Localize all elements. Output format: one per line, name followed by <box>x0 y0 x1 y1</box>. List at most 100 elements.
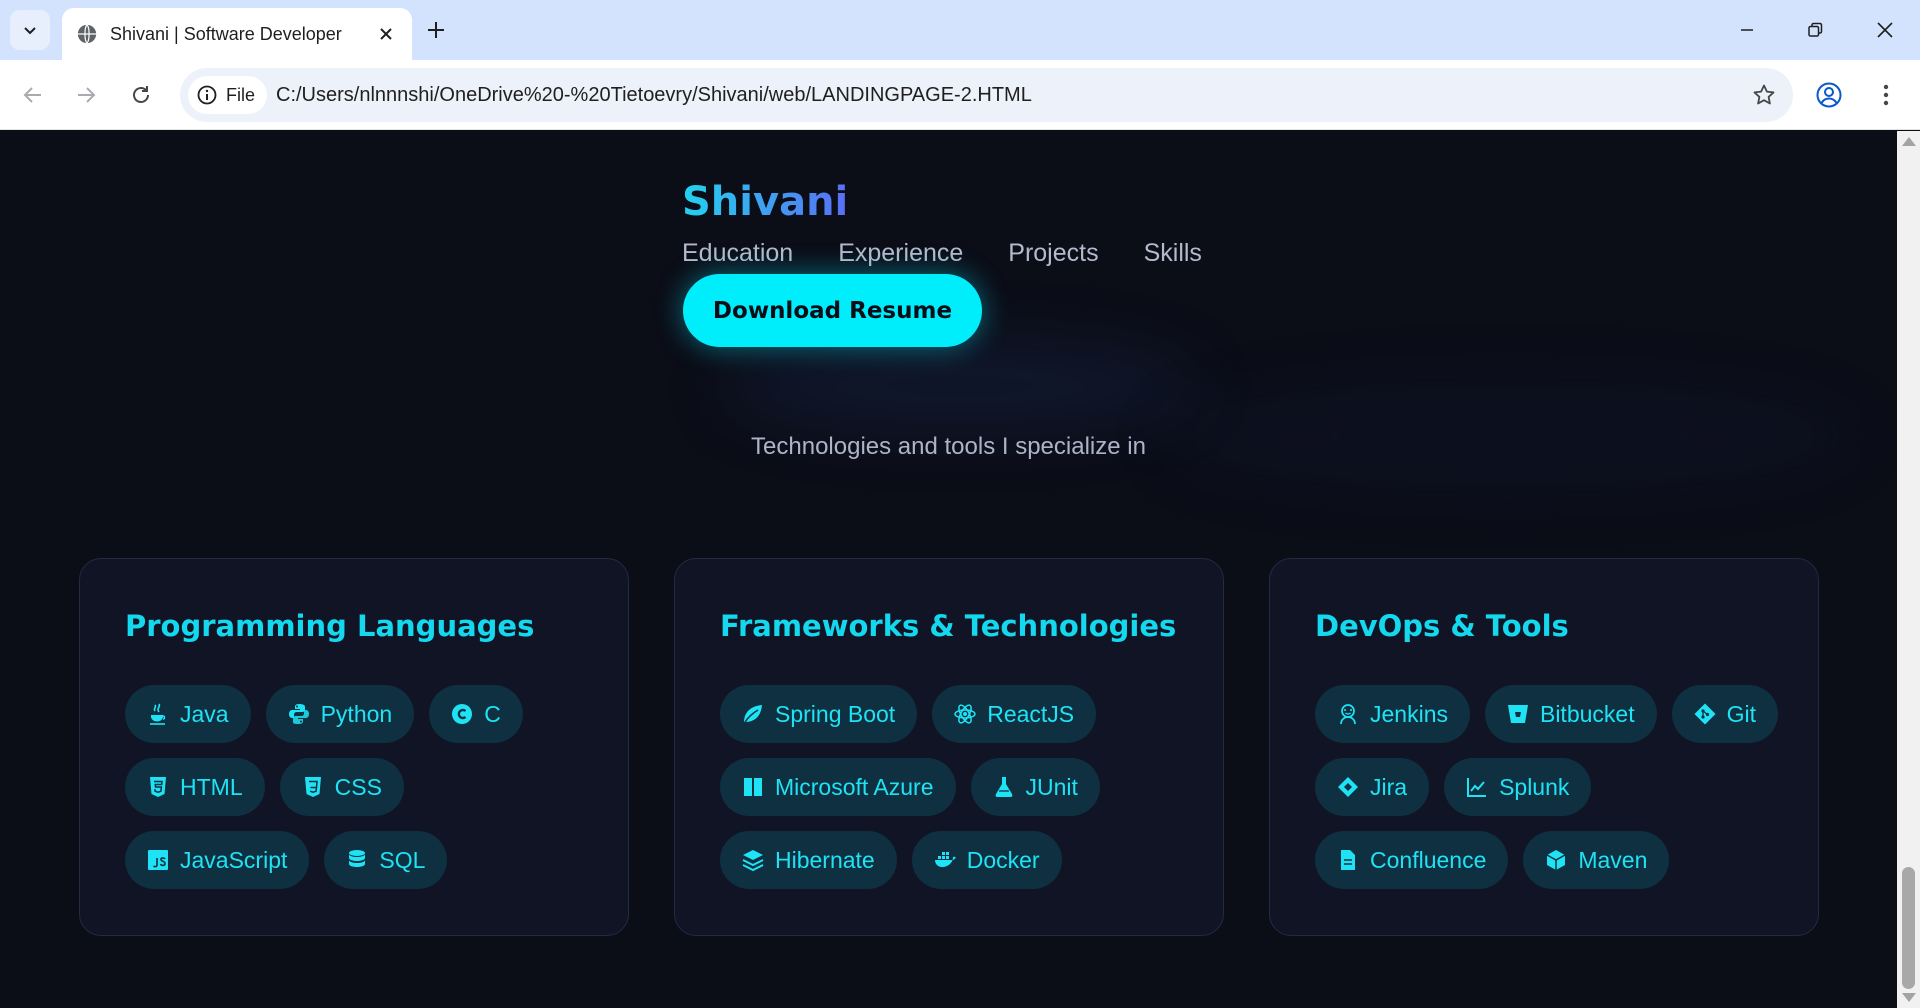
skill-card-programming-languages: Programming Languages Java Python C HTML CSS… <box>79 558 629 936</box>
leaf-icon <box>740 701 766 727</box>
arrow-left-icon <box>23 87 41 103</box>
minimize-button[interactable] <box>1722 12 1772 48</box>
skill-label: Maven <box>1578 846 1648 873</box>
skill-label: Hibernate <box>775 846 875 873</box>
skill-pill-splunk: Splunk <box>1444 758 1592 816</box>
skill-pill-spring-boot: Spring Boot <box>720 685 918 743</box>
main-nav: Education Experience Projects Skills <box>682 239 1202 268</box>
skill-label: C <box>484 700 501 727</box>
skill-pill-c: C <box>429 685 523 743</box>
card-title: DevOps & Tools <box>1315 609 1569 643</box>
globe-icon <box>77 24 97 44</box>
skill-label: Jira <box>1370 773 1408 800</box>
skill-pill-reactjs: ReactJS <box>932 685 1097 743</box>
skill-label: Bitbucket <box>1539 700 1635 727</box>
skill-label: Spring Boot <box>775 700 896 727</box>
microsoft-icon <box>740 774 766 800</box>
scroll-up-arrow[interactable] <box>1902 137 1916 146</box>
close-icon <box>1877 22 1893 38</box>
docker-icon <box>932 847 958 873</box>
cube-icon <box>1543 847 1569 873</box>
skill-pill-bitbucket: Bitbucket <box>1484 685 1657 743</box>
skill-label: JavaScript <box>180 846 288 873</box>
skill-pill-hibernate: Hibernate <box>720 831 897 889</box>
react-icon <box>952 701 978 727</box>
skill-pill-docker: Docker <box>911 831 1062 889</box>
more-vertical-icon <box>1883 84 1889 106</box>
reload-icon <box>133 86 149 103</box>
restore-icon <box>1808 22 1823 37</box>
tab-strip: Shivani | Software Developer <box>0 0 1920 60</box>
skill-pill-css: CSS <box>279 758 404 816</box>
card-title: Programming Languages <box>125 609 535 643</box>
skill-label: Jenkins <box>1370 700 1448 727</box>
skill-label: ReactJS <box>987 700 1075 727</box>
nav-link-projects[interactable]: Projects <box>1008 239 1098 268</box>
flask-icon <box>991 774 1017 800</box>
site-logo[interactable]: Shivani <box>682 179 848 225</box>
background-glow <box>720 341 1200 431</box>
bookmark-button[interactable] <box>1749 80 1779 110</box>
active-tab[interactable]: Shivani | Software Developer <box>62 8 412 60</box>
url-text[interactable]: C:/Users/nlnnnshi/OneDrive%20-%20Tietoev… <box>276 68 1032 122</box>
close-tab-icon[interactable] <box>374 22 398 46</box>
tab-title: Shivani | Software Developer <box>110 23 342 44</box>
bitbucket-icon <box>1505 701 1531 727</box>
page-viewport: Shivani Education Experience Projects Sk… <box>0 131 1897 1008</box>
html5-icon <box>145 774 171 800</box>
close-window-button[interactable] <box>1860 12 1910 48</box>
skill-label: CSS <box>334 773 382 800</box>
jira-icon <box>1335 774 1361 800</box>
site-info-chip[interactable]: File <box>188 76 268 114</box>
skill-label: Confluence <box>1370 846 1487 873</box>
download-resume-button[interactable]: Download Resume <box>683 274 982 347</box>
skill-pill-microsoft-azure: Microsoft Azure <box>720 758 956 816</box>
skill-pill-jira: Jira <box>1315 758 1430 816</box>
plus-icon <box>428 22 444 38</box>
skill-pill-git: Git <box>1671 685 1778 743</box>
site-info-label: File <box>226 84 256 105</box>
skill-pill-html: HTML <box>125 758 265 816</box>
skill-label: Docker <box>966 846 1040 873</box>
skill-list: Java Python C HTML CSS JavaScript SQL <box>125 685 595 889</box>
skill-label: Git <box>1726 700 1756 727</box>
chart-line-icon <box>1464 774 1490 800</box>
scroll-down-arrow[interactable] <box>1902 993 1916 1002</box>
skill-pill-jenkins: Jenkins <box>1315 685 1470 743</box>
file-icon <box>1335 847 1361 873</box>
scrollbar-thumb[interactable] <box>1902 867 1915 989</box>
skill-pill-maven: Maven <box>1523 831 1670 889</box>
skill-label: Python <box>320 700 393 727</box>
vertical-scrollbar[interactable] <box>1897 131 1920 1008</box>
skill-pill-confluence: Confluence <box>1315 831 1509 889</box>
profile-button[interactable] <box>1812 78 1846 112</box>
javascript-icon <box>145 847 171 873</box>
skill-label: Microsoft Azure <box>775 773 934 800</box>
card-title: Frameworks & Technologies <box>720 609 1177 643</box>
restore-button[interactable] <box>1790 12 1840 48</box>
skill-list: Jenkins Bitbucket Git Jira Splunk Confluence M… <box>1315 685 1785 889</box>
minimize-icon <box>1741 29 1753 31</box>
back-button[interactable] <box>12 74 54 116</box>
java-icon <box>145 701 171 727</box>
reload-button[interactable] <box>120 74 162 116</box>
skills-subtitle: Technologies and tools I specialize in <box>751 433 1146 460</box>
browser-menu-button[interactable] <box>1870 78 1902 112</box>
arrow-right-icon <box>78 87 96 103</box>
database-icon <box>344 847 370 873</box>
skill-pill-python: Python <box>265 685 415 743</box>
new-tab-button[interactable] <box>420 14 452 46</box>
browser-toolbar: File C:/Users/nlnnnshi/OneDrive%20-%20Ti… <box>0 60 1920 130</box>
tab-search-button[interactable] <box>10 10 50 50</box>
python-icon <box>286 701 312 727</box>
skill-pill-junit: JUnit <box>970 758 1100 816</box>
address-bar[interactable]: File C:/Users/nlnnnshi/OneDrive%20-%20Ti… <box>180 68 1793 122</box>
chevron-down-icon <box>24 27 36 35</box>
skill-label: Java <box>180 700 229 727</box>
forward-button[interactable] <box>65 74 107 116</box>
account-icon <box>1816 82 1842 108</box>
nav-link-skills[interactable]: Skills <box>1144 239 1202 268</box>
nav-link-experience[interactable]: Experience <box>838 239 963 268</box>
jenkins-icon <box>1335 701 1361 727</box>
nav-link-education[interactable]: Education <box>682 239 793 268</box>
